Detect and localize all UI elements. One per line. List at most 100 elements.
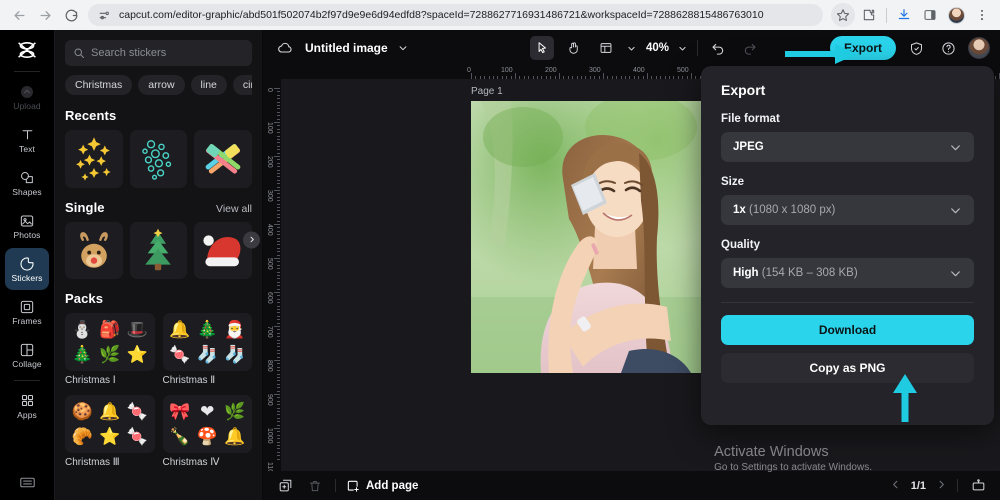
view-all-link[interactable]: View all	[216, 203, 252, 215]
sticker-tile[interactable]	[194, 130, 252, 188]
zoom-level[interactable]: 40%	[646, 42, 669, 54]
pack-sticker: 🍪	[71, 401, 93, 421]
sticker-tile[interactable]	[65, 130, 123, 188]
tag-chip[interactable]: Christmas	[65, 75, 133, 95]
section-title: Packs	[65, 291, 104, 307]
chevron-right-icon[interactable]	[936, 479, 947, 493]
zoom-chevron-down-icon[interactable]	[677, 36, 689, 60]
layout-chevron-down-icon[interactable]	[626, 36, 638, 60]
sticker-tile[interactable]	[129, 130, 188, 188]
star-icon[interactable]	[831, 3, 855, 27]
site-settings-icon[interactable]	[98, 9, 111, 22]
side-panel-icon[interactable]	[918, 3, 942, 27]
redo-icon[interactable]	[738, 36, 762, 60]
export-button[interactable]: Export	[829, 36, 896, 60]
sidebar-item-shapes[interactable]: Shapes	[5, 162, 49, 204]
sticker-tile[interactable]	[194, 221, 252, 280]
pack-sticker: 🎄	[196, 319, 218, 339]
artboard[interactable]	[471, 101, 711, 373]
sidebar-item-collage[interactable]: Collage	[5, 334, 49, 376]
pack-item[interactable]: 🍪 🔔 🍬 🥐 ⭐ 🍬 Christmas Ⅲ	[65, 395, 155, 470]
help-circle-icon[interactable]	[936, 36, 960, 60]
chevron-left-icon[interactable]	[890, 479, 901, 493]
sidebar-item-stickers[interactable]: Stickers	[5, 248, 49, 290]
quality-detail: (154 KB – 308 KB)	[761, 267, 858, 279]
page-count: 1/1	[910, 479, 926, 492]
add-page-button[interactable]: Add page	[346, 479, 418, 493]
sidebar-item-frames[interactable]: Frames	[5, 291, 49, 333]
chevron-right-icon[interactable]	[243, 231, 260, 248]
document-title[interactable]: Untitled image	[305, 41, 388, 55]
canvas-area: Untitled image 40% Export 0 100 200 300 …	[263, 30, 1000, 500]
cursor-select-icon[interactable]	[529, 36, 554, 60]
ruler-tick-label: 1100	[266, 462, 273, 471]
pack-item[interactable]: ⛄ 🎒 🎩 🎄 🌿 ⭐ Christmas Ⅰ	[65, 313, 155, 388]
size-value: 1x	[733, 204, 746, 216]
ruler-tick-label: 400	[633, 67, 645, 74]
extensions-puzzle-icon[interactable]	[857, 3, 881, 27]
sticker-tile[interactable]	[65, 221, 123, 280]
sidebar-item-photos[interactable]: Photos	[5, 205, 49, 247]
back-arrow-icon[interactable]	[6, 2, 32, 28]
fit-to-screen-icon[interactable]	[968, 476, 988, 496]
address-bar[interactable]: capcut.com/editor-graphic/abd501f502074b…	[88, 4, 823, 26]
sidebar-item-label: Photos	[13, 230, 41, 241]
user-avatar[interactable]	[968, 37, 990, 59]
capcut-logo[interactable]	[10, 36, 44, 64]
upload-cloud-icon	[19, 83, 35, 100]
three-dot-menu-icon[interactable]	[970, 3, 994, 27]
quality-select[interactable]: High (154 KB – 308 KB)	[721, 258, 974, 288]
download-button[interactable]: Download	[721, 315, 974, 345]
profile-avatar[interactable]	[944, 3, 968, 27]
christmas-tree-sticker	[145, 228, 172, 270]
cloud-save-icon[interactable]	[273, 36, 297, 60]
shield-check-icon[interactable]	[904, 36, 928, 60]
pack-item[interactable]: 🎀 ❤ 🌿 🍾 🍄 🔔 Christmas Ⅳ	[162, 395, 252, 470]
copy-as-png-button[interactable]: Copy as PNG	[721, 353, 974, 383]
keyboard-shortcuts-icon[interactable]	[19, 474, 36, 494]
toolbar-divider	[696, 40, 698, 56]
chevron-down-icon[interactable]	[396, 36, 410, 60]
forward-arrow-icon[interactable]	[32, 2, 58, 28]
ruler-tick-label: 800	[266, 360, 273, 372]
size-select[interactable]: 1x (1080 x 1080 px)	[721, 195, 974, 225]
pack-name: Christmas Ⅲ	[65, 457, 120, 469]
pack-item[interactable]: 🔔 🎄 🎅 🍬 🧦 🧦 Christmas Ⅱ	[162, 313, 252, 388]
sidebar-item-upload[interactable]: Upload	[5, 76, 49, 118]
pack-sticker: 🎅	[224, 319, 246, 339]
ruler-tick-label: 200	[266, 156, 273, 168]
shapes-icon	[19, 169, 35, 186]
capcut-editor: Upload Text Shapes Photos Stickers Frame…	[0, 30, 1000, 500]
pack-sticker: 🔔	[169, 319, 191, 339]
section-title: Single	[65, 199, 105, 215]
file-format-value: JPEG	[733, 141, 764, 153]
ruler-tick-label: 900	[266, 394, 273, 406]
pack-sticker: 🎩	[126, 319, 148, 339]
sidebar-item-apps[interactable]: Apps	[5, 385, 49, 427]
chevron-down-icon	[949, 267, 962, 280]
sidebar-item-text[interactable]: Text	[5, 119, 49, 161]
search-input[interactable]: Search stickers	[65, 40, 252, 66]
rail-divider	[14, 71, 40, 72]
trash-icon[interactable]	[305, 476, 325, 496]
undo-icon[interactable]	[706, 36, 730, 60]
search-placeholder: Search stickers	[91, 47, 167, 59]
tag-chip[interactable]: line	[190, 75, 227, 95]
file-format-select[interactable]: JPEG	[721, 132, 974, 162]
hand-pan-icon[interactable]	[562, 36, 586, 60]
pack-preview: 🎀 ❤ 🌿 🍾 🍄 🔔	[162, 395, 252, 454]
tag-chip[interactable]: circle	[232, 75, 252, 95]
reload-icon[interactable]	[58, 2, 84, 28]
apps-grid-icon	[20, 392, 35, 409]
pack-sticker: 🧦	[224, 345, 246, 365]
download-icon[interactable]	[892, 3, 916, 27]
layout-grid-icon[interactable]	[594, 36, 618, 60]
ruler-tick-label: 700	[266, 326, 273, 338]
sidebar-item-label: Stickers	[11, 273, 43, 284]
stickers-panel: Search stickers Christmas arrow line ci r…	[55, 30, 263, 500]
packs-header: Packs	[65, 291, 252, 306]
duplicate-page-icon[interactable]	[275, 476, 295, 496]
ruler-tick-label: 100	[266, 122, 273, 134]
sticker-tile[interactable]	[129, 221, 188, 280]
tag-chip[interactable]: arrow	[138, 75, 185, 95]
